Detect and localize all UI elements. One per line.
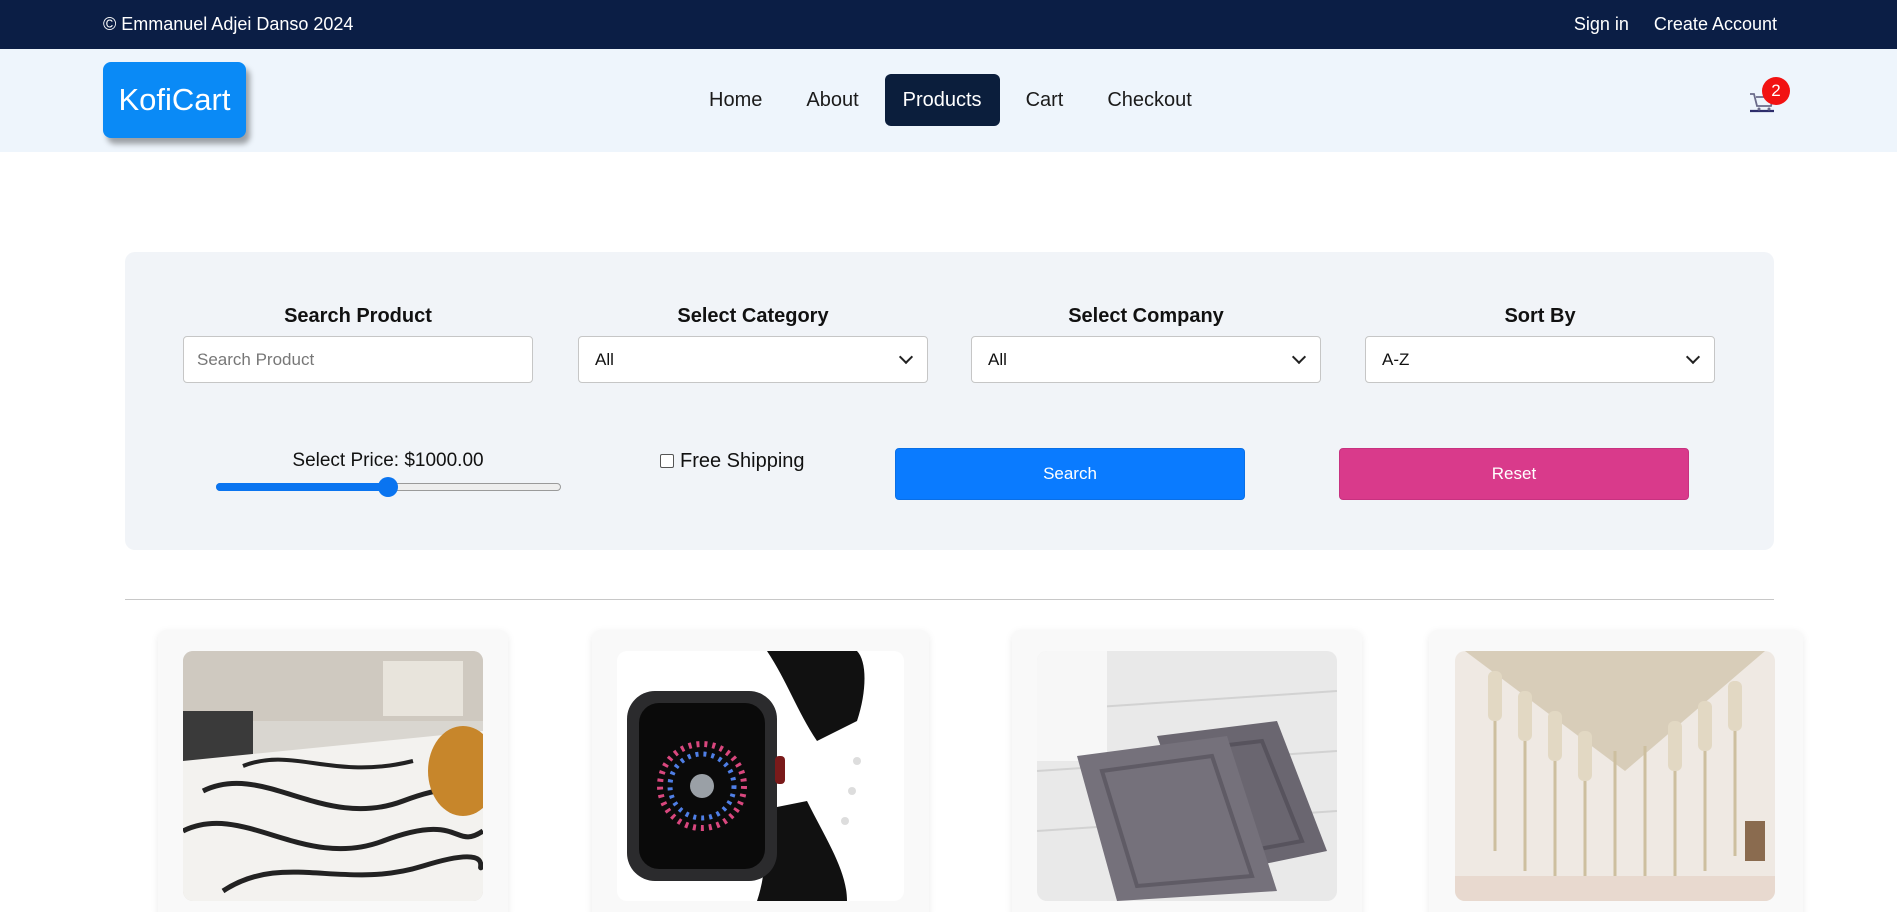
category-value: All xyxy=(595,349,614,369)
reset-button[interactable]: Reset xyxy=(1339,448,1689,500)
product-card[interactable] xyxy=(592,630,929,912)
nav-item-cart[interactable]: Cart xyxy=(1008,74,1082,126)
chevron-down-icon xyxy=(1291,349,1307,365)
chevron-down-icon xyxy=(898,349,914,365)
category-group: Select Category All xyxy=(578,305,928,383)
cart-count-badge: 2 xyxy=(1762,77,1790,105)
product-card[interactable] xyxy=(1429,630,1803,912)
company-group: Select Company All xyxy=(971,305,1321,383)
nav-item-products[interactable]: Products xyxy=(884,74,1000,126)
filter-panel: Search Product Search Product Select Cat… xyxy=(125,252,1774,550)
sort-label: Sort By xyxy=(1504,305,1576,327)
product-card[interactable] xyxy=(1012,630,1362,912)
nav-menu: Home About Products Cart Checkout xyxy=(691,74,1218,126)
chevron-down-icon xyxy=(1685,349,1701,365)
patterned-rug-image[interactable] xyxy=(183,651,483,901)
main-navbar: KofiCart Home About Products Cart Checko… xyxy=(0,49,1897,152)
free-shipping-checkbox[interactable] xyxy=(660,453,674,468)
free-shipping-filter: Free Shipping xyxy=(660,450,805,473)
category-select[interactable]: All xyxy=(578,336,928,383)
copyright-text: © Emmanuel Adjei Danso 2024 xyxy=(103,14,354,34)
price-slider-fill xyxy=(215,483,388,491)
search-button[interactable]: Search xyxy=(895,448,1245,500)
cart-button[interactable]: 2 xyxy=(1748,77,1792,121)
price-slider[interactable] xyxy=(215,477,561,497)
sort-value: A-Z xyxy=(1382,349,1410,369)
company-select[interactable]: All xyxy=(971,336,1321,383)
free-shipping-label: Free Shipping xyxy=(680,450,805,472)
logo-button[interactable]: KofiCart xyxy=(103,62,246,138)
price-filter: Select Price: $1000.00 xyxy=(213,450,563,497)
search-product-label: Search Product xyxy=(284,305,432,327)
search-product-group: Search Product Search Product xyxy=(183,305,533,383)
company-label: Select Company xyxy=(1068,305,1224,327)
product-card[interactable] xyxy=(158,630,508,912)
search-placeholder: Search Product xyxy=(197,349,315,369)
sort-group: Sort By A-Z xyxy=(1365,305,1715,383)
price-label: Select Price: $1000.00 xyxy=(292,450,484,471)
company-value: All xyxy=(988,349,1007,369)
category-label: Select Category xyxy=(677,305,829,327)
bath-mats-image[interactable] xyxy=(1037,651,1337,901)
macrame-wall-hanging-image[interactable] xyxy=(1455,651,1775,901)
smartwatch-image[interactable] xyxy=(617,651,904,901)
top-bar: © Emmanuel Adjei Danso 2024 Sign in Crea… xyxy=(0,0,1897,49)
section-divider xyxy=(125,599,1774,600)
sign-in-link[interactable]: Sign in xyxy=(1574,14,1629,35)
price-slider-thumb[interactable] xyxy=(378,477,398,497)
create-account-link[interactable]: Create Account xyxy=(1654,14,1777,35)
search-product-input[interactable]: Search Product xyxy=(183,336,533,383)
account-links: Sign in Create Account xyxy=(1574,14,1777,35)
nav-item-about[interactable]: About xyxy=(788,74,876,126)
nav-item-home[interactable]: Home xyxy=(691,74,780,126)
nav-item-checkout[interactable]: Checkout xyxy=(1089,74,1210,126)
sort-select[interactable]: A-Z xyxy=(1365,336,1715,383)
